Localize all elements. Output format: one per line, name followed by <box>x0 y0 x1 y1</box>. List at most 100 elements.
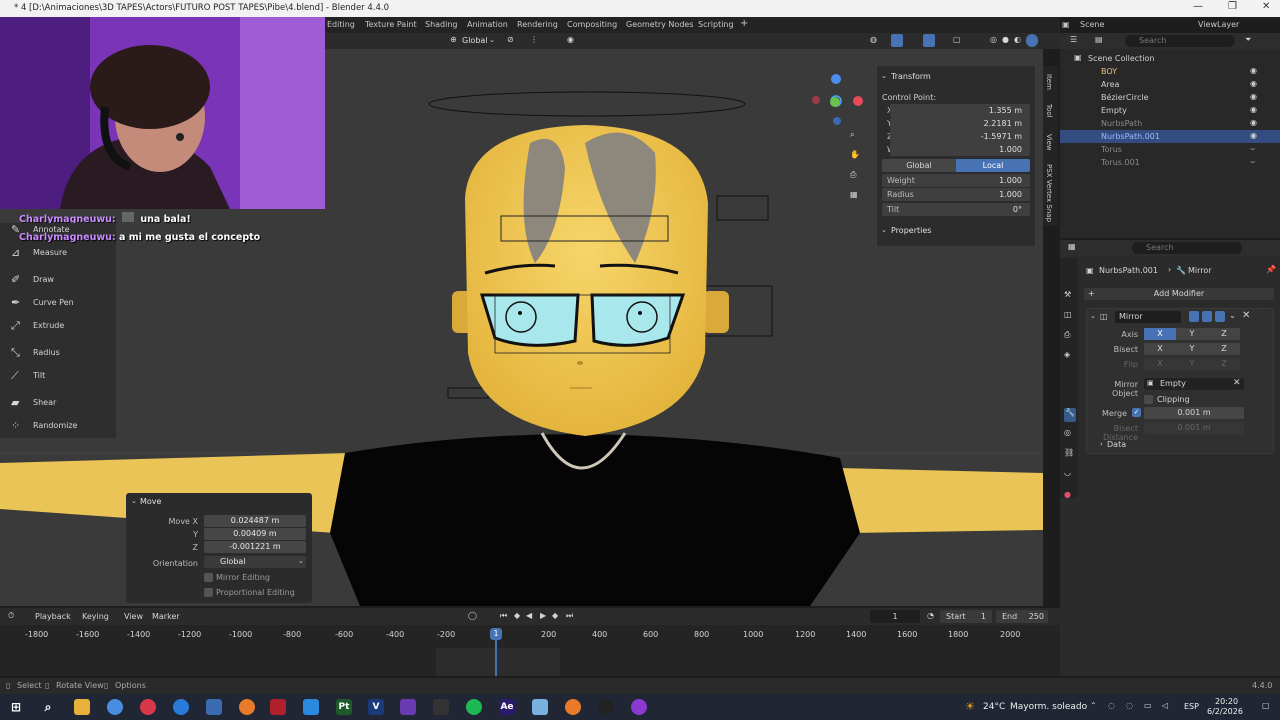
orientation-select[interactable]: Global <box>204 556 306 568</box>
tab-psx-vertex-snap[interactable]: PSX Vertex Snap <box>1045 164 1053 222</box>
tool-extrude[interactable]: ⤢ Extrude <box>2 316 114 336</box>
weather-text[interactable]: Mayorm. soleado <box>1010 702 1087 712</box>
close-icon[interactable]: ✕ <box>1262 1 1270 12</box>
eye-icon[interactable]: ◉ <box>1250 66 1257 75</box>
rendered-shading-icon[interactable] <box>1026 34 1038 47</box>
local-toggle[interactable]: Local <box>956 159 1030 172</box>
tool-tab-icon[interactable]: ⚒ <box>1064 290 1071 299</box>
mirror-editing-checkbox[interactable] <box>204 573 213 582</box>
file-explorer-icon[interactable] <box>74 699 90 715</box>
photos-icon[interactable] <box>303 699 319 715</box>
search-icon[interactable]: ⌕ <box>40 699 56 715</box>
next-keyframe-icon[interactable]: ◆ <box>552 611 558 620</box>
tool-measure[interactable]: ⊿ Measure <box>2 243 114 263</box>
field-weight[interactable]: 1.000 Weight <box>882 174 1030 187</box>
field-value[interactable]: 1.000 <box>890 143 1030 156</box>
app-icon[interactable] <box>433 699 449 715</box>
transform-orientation-select[interactable]: Global <box>462 36 488 45</box>
outliner-search-input[interactable]: Search <box>1125 35 1235 47</box>
viewport-toggle-icon[interactable] <box>1202 311 1212 322</box>
data-tab-icon[interactable]: ◡ <box>1064 468 1071 477</box>
proportional-icon[interactable]: ◉ <box>567 35 574 44</box>
tray-icon[interactable]: ◌ <box>1108 701 1115 710</box>
render-toggle-icon[interactable] <box>1215 311 1225 322</box>
bisect-x-toggle[interactable]: X <box>1144 343 1176 355</box>
marker-menu[interactable]: Marker <box>152 612 180 621</box>
opera-icon[interactable] <box>140 699 156 715</box>
move-z-field[interactable]: -0.001221 m <box>204 541 306 553</box>
tool-tilt[interactable]: ⟋ Tilt <box>2 366 114 386</box>
constraints-tab-icon[interactable]: ⛓ <box>1064 448 1074 457</box>
keying-menu[interactable]: Keying <box>82 612 109 621</box>
eye-icon[interactable]: ◉ <box>1250 105 1257 114</box>
axis-z-toggle[interactable]: Z <box>1208 328 1240 340</box>
field-value[interactable]: 2.2181 m <box>890 117 1030 130</box>
mirror-object-field[interactable]: Empty <box>1144 378 1244 390</box>
tool-shear[interactable]: ▰ Shear <box>2 393 114 413</box>
chevron-down-icon[interactable]: ⌄ <box>489 36 495 44</box>
pin-icon[interactable]: 📌 <box>1266 265 1276 274</box>
chevron-down-icon[interactable]: ⌄ <box>881 226 887 234</box>
chevron-right-icon[interactable]: › <box>1100 440 1103 448</box>
field-z[interactable]: Z-1.5971 m <box>882 130 1030 143</box>
tab-texture-paint[interactable]: Texture Paint <box>365 20 417 29</box>
tray-icon[interactable]: ◌ <box>1126 701 1133 710</box>
move-x-field[interactable]: 0.024487 m <box>204 515 306 527</box>
jump-start-icon[interactable]: ⏮ <box>500 611 507 621</box>
play-icon[interactable]: ▶ <box>540 611 546 620</box>
tool-radius[interactable]: ⤡ Radius <box>2 343 114 363</box>
chrome-icon[interactable] <box>107 699 123 715</box>
remove-modifier-icon[interactable]: ✕ <box>1242 310 1250 321</box>
pan-hand-icon[interactable]: ✋ <box>850 150 860 159</box>
end-frame-field[interactable]: End 250 <box>996 610 1048 623</box>
modifier-tab-icon[interactable]: 🔧 <box>1064 408 1076 422</box>
clock-date[interactable]: 6/2/2026 <box>1207 707 1243 716</box>
tool-curve-pen[interactable]: ✒ Curve Pen <box>2 293 114 313</box>
volume-icon[interactable]: ◁ <box>1162 701 1168 710</box>
edit-mode-toggle-icon[interactable] <box>1189 311 1199 322</box>
data-subpanel[interactable]: Data <box>1107 440 1126 449</box>
tool-randomize[interactable]: ⁘ Randomize <box>2 416 114 436</box>
bisect-y-toggle[interactable]: Y <box>1176 343 1208 355</box>
eye-icon[interactable]: ◉ <box>1250 118 1257 127</box>
jump-end-icon[interactable]: ⏭ <box>566 611 573 621</box>
clock-time[interactable]: 20:20 <box>1215 697 1238 706</box>
eye-icon[interactable]: ◉ <box>1250 131 1257 140</box>
axis-y-toggle[interactable]: Y <box>1176 328 1208 340</box>
eye-icon[interactable]: ◉ <box>1250 92 1257 101</box>
render-tab-icon[interactable]: ◫ <box>1064 310 1072 319</box>
add-modifier-button[interactable]: + Add Modifier <box>1084 288 1274 300</box>
outliner-editor-icon[interactable]: ☰ <box>1070 35 1077 44</box>
after-effects-icon[interactable]: Ae <box>499 699 515 715</box>
blender-active-icon[interactable] <box>565 699 581 715</box>
timeline-ruler[interactable]: -1800 -1600 -1400 -1200 -1000 -800 -600 … <box>0 626 1060 676</box>
tab-tool[interactable]: Tool <box>1045 104 1053 118</box>
blender-icon[interactable] <box>239 699 255 715</box>
tool-draw[interactable]: ✐ Draw <box>2 270 114 290</box>
weather-icon[interactable]: ☀ <box>965 700 975 713</box>
chevron-down-icon[interactable]: ⌄ <box>881 72 887 80</box>
xray-icon[interactable]: ▢ <box>953 35 961 44</box>
play-reverse-icon[interactable]: ◀ <box>526 611 532 620</box>
timeline-editor-icon[interactable]: ⏱ <box>8 611 14 621</box>
playhead[interactable]: 1 <box>490 628 502 640</box>
view-layer-name[interactable]: ViewLayer <box>1198 20 1239 29</box>
outliner-item-torus-001[interactable]: Torus.001 ⌣ <box>1060 156 1280 169</box>
eye-icon[interactable]: ◉ <box>1250 79 1257 88</box>
chevron-down-icon[interactable]: ⌄ <box>1229 311 1236 320</box>
outliner-item-torus[interactable]: Torus ⌣ <box>1060 143 1280 156</box>
windows-start-icon[interactable]: ⊞ <box>8 699 24 715</box>
overlay-toggle-icon[interactable] <box>923 34 935 47</box>
outliner-item-area[interactable]: Area ◉ <box>1060 78 1280 91</box>
axis-x-toggle[interactable]: X <box>1144 328 1176 340</box>
merge-checkbox[interactable]: ✓ <box>1132 408 1141 417</box>
display-mode-icon[interactable]: ▤ <box>1095 35 1103 44</box>
field-value[interactable]: 0° <box>882 203 1030 216</box>
app-icon[interactable] <box>206 699 222 715</box>
material-tab-icon[interactable]: ● <box>1064 490 1071 499</box>
properties-section[interactable]: Properties <box>891 226 931 235</box>
chevron-down-icon[interactable]: ⌄ <box>1090 312 1096 320</box>
clipping-checkbox[interactable] <box>1144 395 1153 404</box>
field-value[interactable]: 1.355 m <box>890 104 1030 117</box>
field-value[interactable]: -1.5971 m <box>890 130 1030 143</box>
